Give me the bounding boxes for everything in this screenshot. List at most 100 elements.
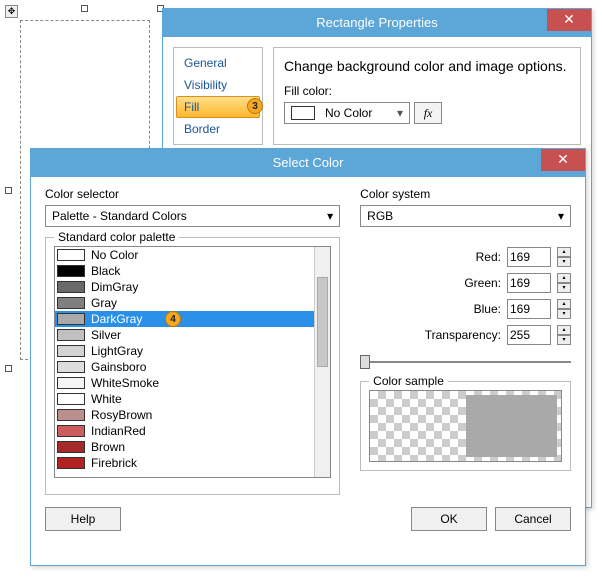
color-swatch-icon	[57, 409, 85, 421]
color-system-label: Color system	[360, 187, 571, 201]
dialog-title: Rectangle Properties	[316, 15, 437, 30]
palette-legend: Standard color palette	[54, 230, 179, 244]
color-item-label: Gainsboro	[91, 360, 146, 374]
color-item-label: Silver	[91, 328, 121, 342]
color-item-indianred[interactable]: IndianRed	[55, 423, 314, 439]
color-swatch-icon	[57, 281, 85, 293]
color-item-label: DimGray	[91, 280, 138, 294]
color-item-darkgray[interactable]: DarkGray4	[55, 311, 314, 327]
panel-description: Change background color and image option…	[284, 58, 570, 74]
dialog-titlebar[interactable]: Select Color ✕	[31, 149, 585, 177]
color-item-dimgray[interactable]: DimGray	[55, 279, 314, 295]
chevron-down-icon: ▾	[327, 209, 333, 223]
color-item-gainsboro[interactable]: Gainsboro	[55, 359, 314, 375]
green-label: Green:	[464, 276, 501, 290]
color-system-dropdown[interactable]: RGB ▾	[360, 205, 571, 227]
color-item-label: RosyBrown	[91, 408, 152, 422]
nav-panel: General Visibility Fill 3 Border	[173, 47, 263, 145]
color-selector-label: Color selector	[45, 187, 340, 201]
expression-button[interactable]: fx	[414, 102, 442, 124]
cancel-button[interactable]: Cancel	[495, 507, 571, 531]
nav-item-fill[interactable]: Fill 3	[176, 96, 260, 118]
dialog-title: Select Color	[273, 155, 344, 170]
nav-item-label: Fill	[184, 100, 199, 114]
nav-item-border[interactable]: Border	[176, 118, 260, 140]
color-swatch-icon	[57, 249, 85, 261]
color-item-label: DarkGray	[91, 312, 142, 326]
color-swatch-icon	[57, 377, 85, 389]
color-item-white[interactable]: White	[55, 391, 314, 407]
color-swatch-icon	[57, 457, 85, 469]
color-swatch-icon	[57, 313, 85, 325]
color-sample	[369, 390, 562, 462]
color-item-whitesmoke[interactable]: WhiteSmoke	[55, 375, 314, 391]
content-panel: Change background color and image option…	[273, 47, 581, 145]
color-palette-list[interactable]: No Color Black DimGray GrayDarkGray4Silver L…	[54, 246, 331, 478]
color-swatch-icon	[57, 361, 85, 373]
color-item-gray[interactable]: Gray	[55, 295, 314, 311]
color-selector-dropdown[interactable]: Palette - Standard Colors ▾	[45, 205, 340, 227]
color-item-label: Gray	[91, 296, 117, 310]
resize-handle[interactable]	[5, 365, 12, 372]
blue-label: Blue:	[474, 302, 501, 316]
transparency-spinner[interactable]: ▴▾	[557, 325, 571, 345]
resize-handle[interactable]	[5, 187, 12, 194]
transparency-slider[interactable]	[360, 353, 571, 371]
red-spinner[interactable]: ▴▾	[557, 247, 571, 267]
color-item-label: Black	[91, 264, 120, 278]
sample-legend: Color sample	[369, 374, 448, 388]
resize-handle[interactable]	[81, 5, 88, 12]
fill-color-value: No Color	[321, 106, 391, 120]
color-swatch-icon	[57, 345, 85, 357]
color-swatch-icon	[291, 106, 315, 120]
red-input[interactable]: 169	[507, 247, 551, 267]
transparency-input[interactable]: 255	[507, 325, 551, 345]
color-item-label: No Color	[91, 248, 138, 262]
green-input[interactable]: 169	[507, 273, 551, 293]
color-item-label: IndianRed	[91, 424, 146, 438]
color-swatch-icon	[57, 425, 85, 437]
select-color-dialog: Select Color ✕ Color selector Palette - …	[30, 148, 586, 566]
color-item-label: WhiteSmoke	[91, 376, 159, 390]
color-swatch-icon	[57, 265, 85, 277]
color-item-firebrick[interactable]: Firebrick	[55, 455, 314, 471]
ok-button[interactable]: OK	[411, 507, 487, 531]
color-item-brown[interactable]: Brown	[55, 439, 314, 455]
dropdown-value: RGB	[367, 209, 393, 223]
move-handle-icon[interactable]: ✥	[5, 5, 18, 18]
fill-color-label: Fill color:	[284, 84, 570, 98]
color-item-lightgray[interactable]: LightGray	[55, 343, 314, 359]
nav-item-visibility[interactable]: Visibility	[176, 74, 260, 96]
chevron-down-icon: ▾	[391, 106, 409, 120]
close-button[interactable]: ✕	[541, 149, 585, 171]
color-swatch-icon	[57, 329, 85, 341]
chevron-down-icon: ▾	[558, 209, 564, 223]
close-icon: ✕	[557, 151, 569, 167]
color-item-no color[interactable]: No Color	[55, 247, 314, 263]
scrollbar-thumb[interactable]	[317, 277, 328, 367]
color-item-label: LightGray	[91, 344, 143, 358]
color-item-label: Brown	[91, 440, 125, 454]
green-spinner[interactable]: ▴▾	[557, 273, 571, 293]
color-swatch-icon	[57, 297, 85, 309]
nav-item-general[interactable]: General	[176, 52, 260, 74]
slider-thumb[interactable]	[360, 355, 370, 369]
color-item-label: White	[91, 392, 122, 406]
sample-swatch	[466, 395, 557, 457]
color-item-rosybrown[interactable]: RosyBrown	[55, 407, 314, 423]
help-button[interactable]: Help	[45, 507, 121, 531]
color-item-black[interactable]: Black	[55, 263, 314, 279]
fill-color-dropdown[interactable]: No Color ▾	[284, 102, 410, 124]
color-item-silver[interactable]: Silver	[55, 327, 314, 343]
dropdown-value: Palette - Standard Colors	[52, 209, 187, 223]
color-swatch-icon	[57, 393, 85, 405]
transparency-label: Transparency:	[425, 328, 501, 342]
dialog-titlebar[interactable]: Rectangle Properties ✕	[163, 9, 591, 37]
blue-spinner[interactable]: ▴▾	[557, 299, 571, 319]
close-button[interactable]: ✕	[547, 9, 591, 31]
callout-badge-3: 3	[247, 98, 263, 114]
color-item-label: Firebrick	[91, 456, 137, 470]
scrollbar[interactable]	[314, 247, 330, 477]
close-icon: ✕	[563, 11, 575, 27]
blue-input[interactable]: 169	[507, 299, 551, 319]
